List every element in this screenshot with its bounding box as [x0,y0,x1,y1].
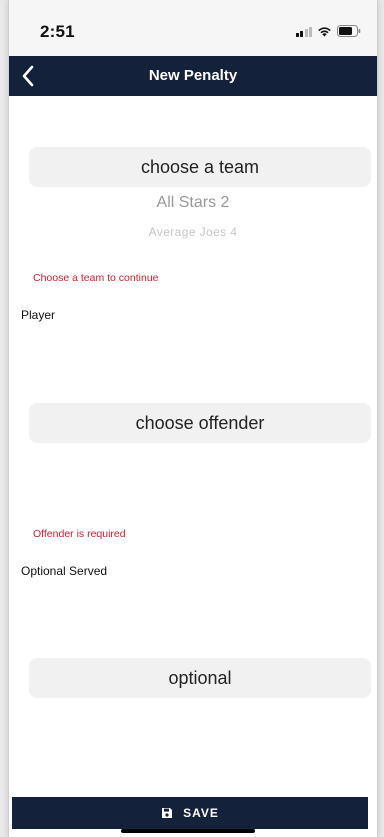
floppy-disk-icon [162,808,173,818]
optional-served-label: Optional Served [21,564,108,578]
wifi-icon [318,26,331,36]
team-picker-label: choose a team [140,156,260,177]
offender-error-message: Offender is required [33,528,126,540]
team-picker-button[interactable]: choose a team [29,147,371,187]
save-button-label: SAVE [183,806,219,820]
status-bar: 2:51 [9,0,377,56]
home-indicator [121,829,255,833]
team-error-message: Choose a team to continue [33,272,159,284]
signal-icon [295,26,312,37]
save-button[interactable]: SAVE [12,797,368,829]
optional-served-picker-button[interactable]: optional [29,658,371,698]
nav-bar: New Penalty [9,56,377,96]
status-time: 2:51 [40,22,75,41]
team-option-all-stars[interactable]: All Stars 2 [9,194,377,212]
player-label: Player [21,308,56,322]
offender-picker-label: choose offender [135,412,265,433]
page-title: New Penalty [148,67,238,84]
device-screen: 2:51 New Penalty choose a team All Stars… [8,0,378,837]
team-option-average-joes[interactable]: Average Joes 4 [9,225,377,239]
battery-icon [337,25,361,37]
status-icons [295,24,362,38]
optional-served-picker-label: optional [168,667,232,688]
offender-picker-button[interactable]: choose offender [29,403,371,443]
